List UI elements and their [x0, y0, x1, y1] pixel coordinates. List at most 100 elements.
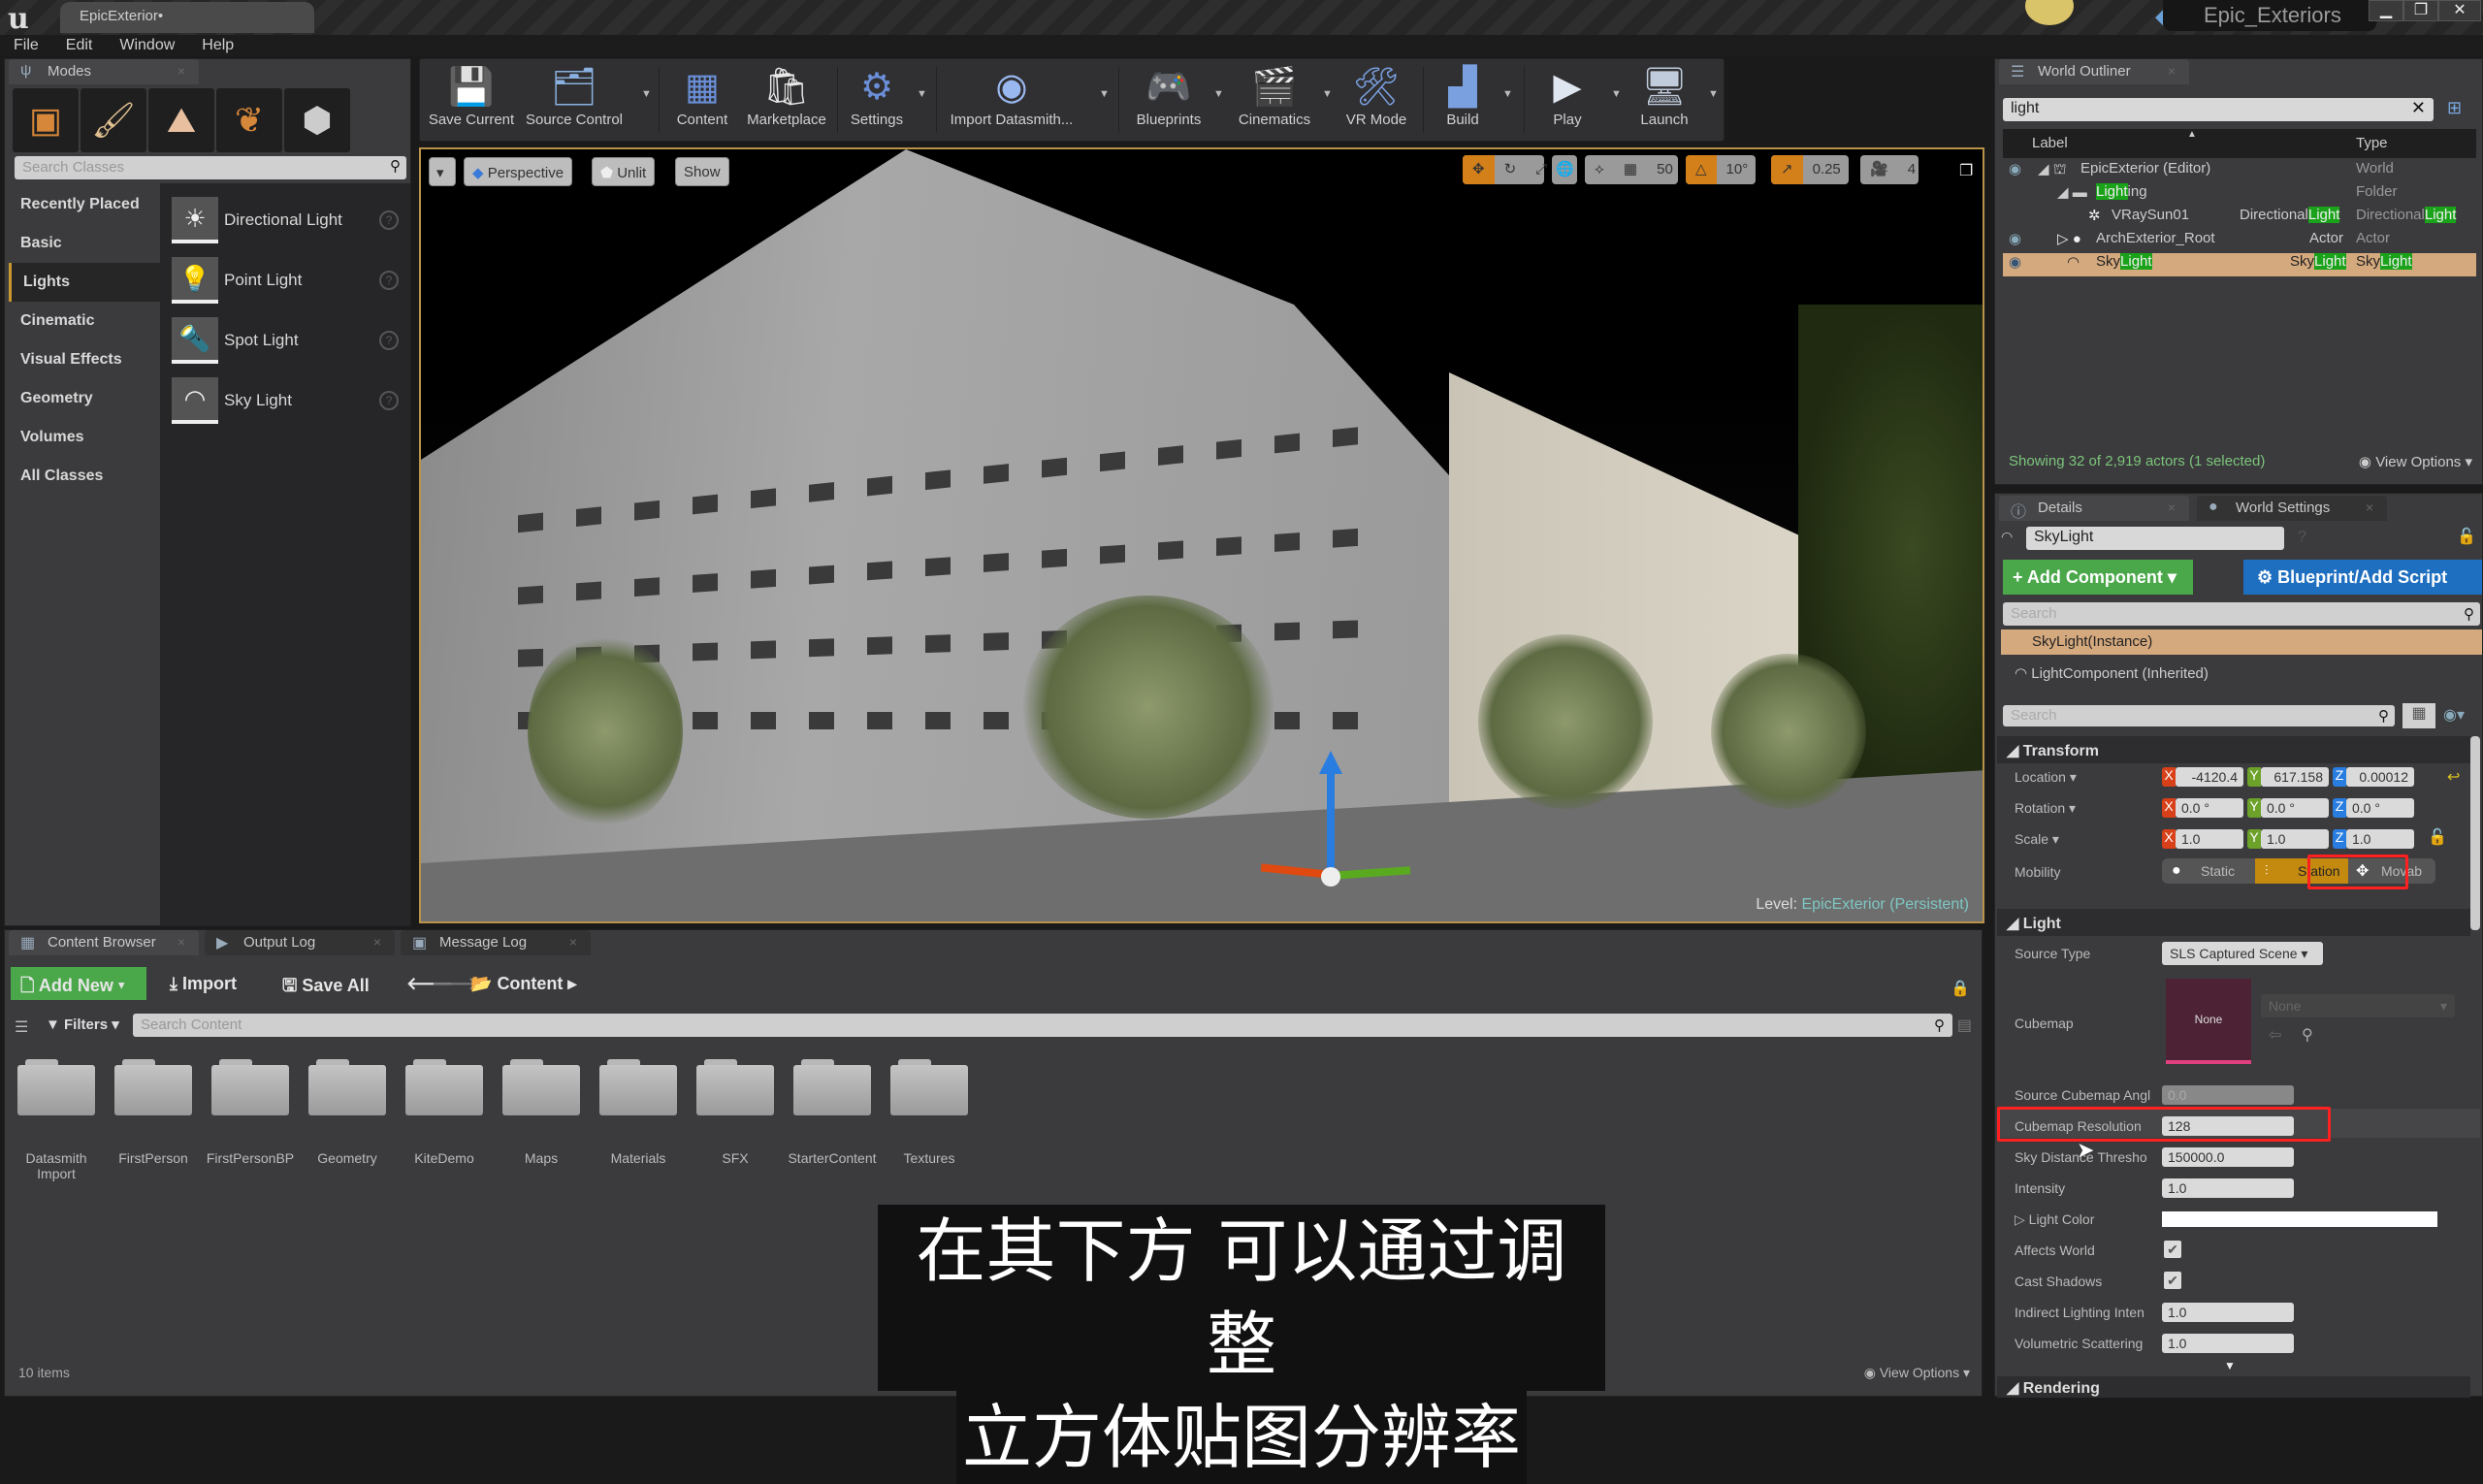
folder-item[interactable] — [696, 1057, 774, 1115]
scale-label[interactable]: Scale ▾ — [2015, 831, 2059, 848]
source-control-dropdown[interactable]: ▼ — [641, 88, 652, 100]
help-icon[interactable]: ? — [2298, 529, 2306, 546]
section-light[interactable]: ◢ Light — [1997, 909, 2470, 936]
scale-snap-value[interactable]: 0.25 — [1803, 155, 1851, 184]
tab-modes[interactable]: ψ Modes × — [9, 59, 199, 84]
help-icon[interactable]: ? — [379, 271, 399, 290]
class-item-spot-light[interactable]: 🔦 Spot Light ? — [170, 317, 403, 373]
outliner-row[interactable]: ◢ ▬ Lighting Folder — [2003, 183, 2476, 207]
cast-shadows-checkbox[interactable]: ✔ — [2164, 1272, 2181, 1289]
category-lights[interactable]: Lights — [9, 263, 160, 302]
clear-search-icon[interactable]: ✕ — [2411, 98, 2426, 118]
document-tab[interactable]: EpicExterior• — [60, 2, 314, 33]
camera-speed-group[interactable]: 🎥 4 — [1860, 155, 1919, 184]
sky-distance-threshold-input[interactable]: 150000.0 — [2162, 1147, 2294, 1167]
rotation-snap-value[interactable]: 10° — [1717, 155, 1758, 184]
menu-file[interactable]: File — [0, 35, 52, 56]
details-search-input[interactable]: Search ⚲ — [2003, 705, 2395, 726]
folder-item[interactable] — [599, 1057, 677, 1115]
close-button[interactable]: ✕ — [2438, 0, 2481, 21]
rotation-snap-icon[interactable]: △ — [1686, 155, 1717, 184]
cinematics-button[interactable]: 🎬 Cinematics — [1231, 63, 1318, 137]
eye-icon[interactable]: ◉ — [2009, 253, 2021, 271]
reset-icon[interactable]: ↩ — [2447, 767, 2460, 787]
menu-window[interactable]: Window — [106, 35, 188, 56]
scale-z-input[interactable]: 1.0 — [2346, 829, 2414, 849]
minimize-button[interactable]: ▁ — [2369, 0, 2403, 21]
tab-content-browser[interactable]: ▦ Content Browser × — [9, 930, 199, 955]
volumetric-scattering-input[interactable]: 1.0 — [2162, 1334, 2294, 1353]
tab-details[interactable]: ⓘ Details × — [1999, 496, 2189, 521]
indirect-lighting-intensity-input[interactable]: 1.0 — [2162, 1303, 2294, 1322]
save-search-icon[interactable]: ▤ — [1957, 1016, 1972, 1035]
folder-item[interactable] — [890, 1057, 968, 1115]
add-new-button[interactable]: 🗋 Add New ▾ — [11, 967, 146, 1000]
grid-icon[interactable]: ▦ — [1614, 155, 1647, 184]
component-search-input[interactable]: Search ⚲ — [2003, 602, 2480, 626]
folder-label[interactable]: SFX — [687, 1150, 784, 1166]
blueprint-add-script-button[interactable]: ⚙ Blueprint/Add Script — [2243, 560, 2482, 595]
place-mode-button[interactable]: ▣ — [13, 88, 79, 152]
eye-icon[interactable]: ◉ — [2009, 160, 2021, 177]
rotation-x-input[interactable]: 0.0 ° — [2176, 798, 2243, 818]
col-type[interactable]: Type — [2356, 135, 2388, 151]
launch-dropdown[interactable]: ▼ — [1708, 88, 1719, 100]
category-recently-placed[interactable]: Recently Placed — [9, 185, 160, 224]
outliner-row-selected[interactable]: ◉ ◠ SkyLight SkyLight SkyLight — [2003, 253, 2476, 276]
category-geometry[interactable]: Geometry — [9, 379, 160, 418]
close-icon[interactable]: × — [2168, 63, 2176, 79]
gizmo-center[interactable] — [1321, 867, 1340, 887]
folder-item[interactable] — [405, 1057, 483, 1115]
view-options-button[interactable]: ◉ View Options ▾ — [1864, 1365, 1970, 1381]
scale-x-input[interactable]: 1.0 — [2176, 829, 2243, 849]
cinematics-dropdown[interactable]: ▼ — [1322, 88, 1333, 100]
maximize-button[interactable]: ❐ — [2403, 0, 2438, 21]
scale-y-input[interactable]: 1.0 — [2261, 829, 2329, 849]
settings-button[interactable]: ⚙ Settings — [843, 63, 911, 137]
close-icon[interactable]: × — [569, 934, 577, 950]
build-button[interactable]: ▟ Build — [1429, 63, 1497, 137]
light-color-label[interactable]: ▷ Light Color — [2015, 1211, 2094, 1228]
view-mode-button[interactable]: ⬟ Unlit — [592, 157, 656, 186]
scale-snap-icon[interactable]: ↗ — [1771, 155, 1803, 184]
cubemap-asset-picker[interactable]: None ▾ — [2261, 994, 2455, 1017]
view-options-button[interactable]: ◉ View Options ▾ — [2359, 453, 2472, 470]
folder-label[interactable]: FirstPersonBP — [202, 1150, 299, 1166]
section-transform[interactable]: ◢ Transform — [1997, 736, 2470, 763]
component-instance-row[interactable]: SkyLight(Instance) — [2001, 629, 2482, 655]
add-component-button[interactable]: + Add Component ▾ — [2003, 560, 2193, 595]
world-local-toggle[interactable]: 🌐 — [1552, 155, 1577, 184]
menu-edit[interactable]: Edit — [52, 35, 107, 56]
folder-label[interactable]: KiteDemo — [396, 1150, 493, 1166]
rotation-z-input[interactable]: 0.0 ° — [2346, 798, 2414, 818]
use-selected-icon[interactable]: ⇦ — [2269, 1025, 2281, 1045]
location-y-input[interactable]: 617.158 — [2261, 767, 2329, 787]
create-folder-icon[interactable]: ⊞ — [2447, 98, 2462, 118]
intensity-input[interactable]: 1.0 — [2162, 1178, 2294, 1198]
help-icon[interactable]: ? — [379, 391, 399, 410]
import-button[interactable]: ⤓ Import — [160, 967, 246, 1000]
rotation-label[interactable]: Rotation ▾ — [2015, 800, 2076, 817]
location-label[interactable]: Location ▾ — [2015, 769, 2077, 786]
close-icon[interactable]: × — [2366, 500, 2373, 515]
tab-world-outliner[interactable]: ☰ World Outliner × — [1999, 59, 2189, 84]
launch-button[interactable]: 🖥 Launch — [1628, 63, 1700, 137]
viewport-options-button[interactable]: ▾ — [429, 157, 456, 186]
class-item-directional-light[interactable]: ☀ Directional Light ? — [170, 197, 403, 253]
build-dropdown[interactable]: ▼ — [1502, 88, 1513, 100]
import-datasmith-button[interactable]: ◉ Import Datasmith... — [944, 63, 1080, 137]
help-icon[interactable]: ? — [379, 331, 399, 350]
lock-icon[interactable]: 🔓 — [2457, 527, 2476, 546]
maximize-viewport-icon[interactable]: ❐ — [1959, 161, 1973, 180]
folder-item[interactable] — [114, 1057, 192, 1115]
folder-item[interactable] — [308, 1057, 386, 1115]
location-x-input[interactable]: -4120.4 — [2176, 767, 2243, 787]
tab-output-log[interactable]: ▶ Output Log × — [205, 930, 395, 955]
actor-name-input[interactable]: SkyLight — [2026, 527, 2284, 550]
translate-icon[interactable]: ✥ — [1463, 155, 1495, 184]
category-volumes[interactable]: Volumes — [9, 418, 160, 457]
folder-label[interactable]: StarterContent — [784, 1150, 881, 1166]
folder-item[interactable] — [793, 1057, 871, 1115]
category-visual-effects[interactable]: Visual Effects — [9, 340, 160, 379]
gizmo-z-axis[interactable] — [1327, 760, 1335, 877]
